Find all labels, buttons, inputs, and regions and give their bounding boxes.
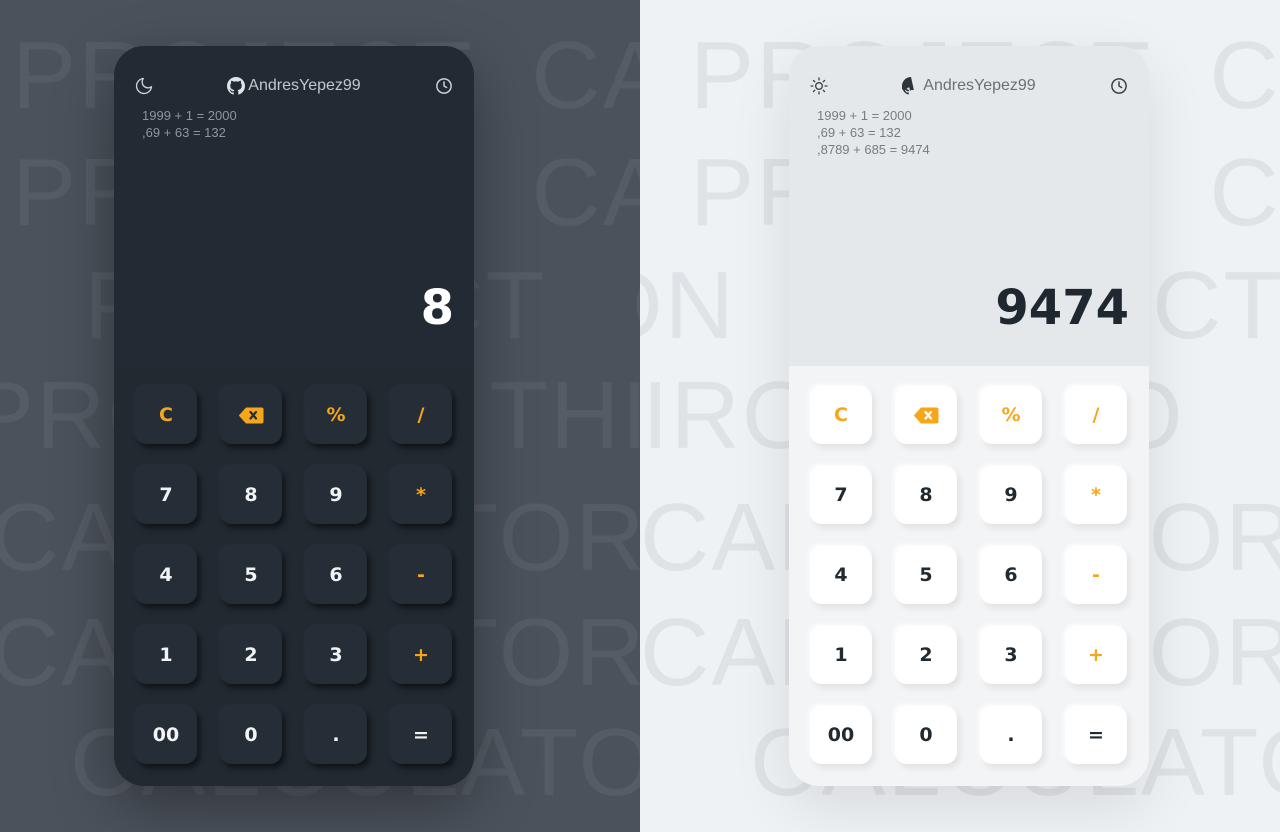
digit-2-button[interactable]: 2 xyxy=(220,626,282,684)
history-clock-icon[interactable] xyxy=(1107,74,1131,98)
keypad: C % / 7 8 9 * 4 5 6 - 1 2 3 + 00 0 . = xyxy=(789,366,1149,786)
decimal-button[interactable]: . xyxy=(305,706,367,764)
digit-2-button[interactable]: 2 xyxy=(895,626,957,684)
history-list: 1999 + 1 = 2000 ,69 + 63 = 132 xyxy=(142,107,237,141)
equals-button[interactable]: = xyxy=(390,706,452,764)
digit-1-button[interactable]: 1 xyxy=(810,626,872,684)
digit-4-button[interactable]: 4 xyxy=(810,546,872,604)
digit-9-button[interactable]: 9 xyxy=(305,466,367,524)
digit-7-button[interactable]: 7 xyxy=(135,466,197,524)
top-bar: AndresYepez99 xyxy=(789,74,1149,98)
digit-5-button[interactable]: 5 xyxy=(895,546,957,604)
history-entry: ,69 + 63 = 132 xyxy=(817,125,901,140)
result-display: 8 xyxy=(420,280,454,336)
dark-theme-preview: PROJECT CALCULATOR PROJECT CALCULATOR PR… xyxy=(0,0,640,832)
history-entry: ,69 + 63 = 132 xyxy=(142,125,226,140)
digit-4-button[interactable]: 4 xyxy=(135,546,197,604)
result-display: 9474 xyxy=(995,280,1129,336)
subtract-button[interactable]: - xyxy=(1065,546,1127,604)
backspace-button[interactable] xyxy=(220,386,282,444)
multiply-button[interactable]: * xyxy=(390,466,452,524)
history-entry: ,8789 + 685 = 9474 xyxy=(817,142,930,157)
calculator-light: AndresYepez99 1999 + 1 = 2000 ,69 + 63 =… xyxy=(789,46,1149,786)
top-bar: AndresYepez99 xyxy=(114,74,474,98)
digit-3-button[interactable]: 3 xyxy=(980,626,1042,684)
keypad: C % / 7 8 9 * 4 5 6 - 1 2 3 + 00 0 . = xyxy=(114,366,474,786)
history-entry: 1999 + 1 = 2000 xyxy=(142,108,237,123)
digit-5-button[interactable]: 5 xyxy=(220,546,282,604)
github-icon xyxy=(227,77,246,95)
clear-button[interactable]: C xyxy=(810,386,872,444)
github-username: AndresYepez99 xyxy=(248,77,361,94)
divide-button[interactable]: / xyxy=(1065,386,1127,444)
history-entry: 1999 + 1 = 2000 xyxy=(817,108,912,123)
backspace-button[interactable] xyxy=(895,386,957,444)
digit-1-button[interactable]: 1 xyxy=(135,626,197,684)
github-icon xyxy=(902,77,915,95)
display-area: AndresYepez99 1999 + 1 = 2000 ,69 + 63 =… xyxy=(789,46,1149,366)
clear-button[interactable]: C xyxy=(135,386,197,444)
decimal-button[interactable]: . xyxy=(980,706,1042,764)
add-button[interactable]: + xyxy=(390,626,452,684)
calculator-dark: AndresYepez99 1999 + 1 = 2000 ,69 + 63 =… xyxy=(114,46,474,786)
percent-button[interactable]: % xyxy=(305,386,367,444)
digit-6-button[interactable]: 6 xyxy=(305,546,367,604)
github-username: AndresYepez99 xyxy=(923,77,1036,94)
digit-7-button[interactable]: 7 xyxy=(810,466,872,524)
add-button[interactable]: + xyxy=(1065,626,1127,684)
digit-8-button[interactable]: 8 xyxy=(895,466,957,524)
display-area: AndresYepez99 1999 + 1 = 2000 ,69 + 63 =… xyxy=(114,46,474,366)
light-theme-preview: PROJECT CALCULATOR PROJECT CALCULATOR ON… xyxy=(640,0,1280,832)
digit-0-button[interactable]: 0 xyxy=(895,706,957,764)
digit-6-button[interactable]: 6 xyxy=(980,546,1042,604)
backspace-icon xyxy=(913,407,939,423)
subtract-button[interactable]: - xyxy=(390,546,452,604)
digit-8-button[interactable]: 8 xyxy=(220,466,282,524)
multiply-button[interactable]: * xyxy=(1065,466,1127,524)
backspace-icon xyxy=(238,407,264,423)
digit-9-button[interactable]: 9 xyxy=(980,466,1042,524)
digit-0-button[interactable]: 0 xyxy=(220,706,282,764)
double-zero-button[interactable]: 00 xyxy=(810,706,872,764)
history-clock-icon[interactable] xyxy=(432,74,456,98)
double-zero-button[interactable]: 00 xyxy=(135,706,197,764)
github-link[interactable]: AndresYepez99 xyxy=(114,74,474,98)
digit-3-button[interactable]: 3 xyxy=(305,626,367,684)
divide-button[interactable]: / xyxy=(390,386,452,444)
equals-button[interactable]: = xyxy=(1065,706,1127,764)
history-list: 1999 + 1 = 2000 ,69 + 63 = 132 ,8789 + 6… xyxy=(817,107,930,158)
github-link[interactable]: AndresYepez99 xyxy=(789,74,1149,98)
percent-button[interactable]: % xyxy=(980,386,1042,444)
